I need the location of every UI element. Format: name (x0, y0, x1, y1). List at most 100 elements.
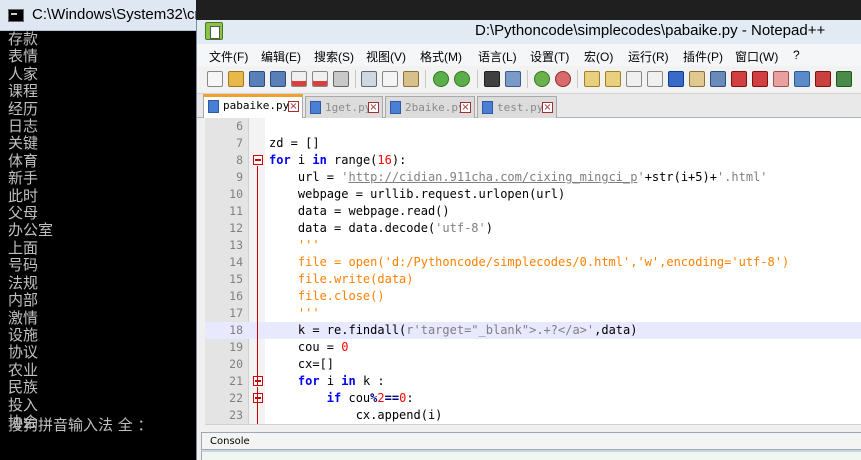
indent-guide-icon[interactable] (668, 71, 684, 87)
fold-guide (257, 166, 258, 386)
plugin-icon[interactable] (836, 71, 852, 87)
code-line: 12 data = data.decode('utf-8') (205, 220, 861, 237)
find-icon[interactable] (484, 71, 500, 87)
redo-icon[interactable] (454, 71, 470, 87)
keyword: in (341, 374, 356, 388)
cmd-output-line: 新手 (8, 169, 39, 188)
code-token: i (319, 374, 342, 388)
line-number: 7 (236, 136, 243, 150)
cmd-window[interactable]: C:\Windows\System32\cmd.exe - python "D:… (0, 0, 196, 460)
fold-toggle-icon[interactable] (253, 155, 263, 165)
cmd-output-line: 办公室 (8, 221, 54, 240)
code-token: ,data) (594, 323, 638, 337)
menu-search[interactable]: 搜索(S) (314, 48, 354, 65)
notepadpp-window[interactable]: D:\Pythoncode\simplecodes\pabaike.py - N… (196, 20, 861, 460)
copy-icon[interactable] (382, 71, 398, 87)
menu-plugins[interactable]: 插件(P) (683, 48, 723, 65)
udl-icon[interactable] (689, 71, 705, 87)
open-file-icon[interactable] (228, 71, 244, 87)
npp-title: D:\Pythoncode\simplecodes\pabaike.py - N… (475, 22, 826, 39)
menu-run[interactable]: 运行(R) (628, 48, 669, 65)
code-token: ): (391, 153, 407, 167)
code-line: 21 for i in k : (205, 373, 861, 390)
menu-edit[interactable]: 编辑(E) (261, 48, 301, 65)
cmd-output-line: 课程 (8, 82, 39, 101)
toolbar-separator (527, 70, 528, 88)
console-icon (8, 9, 24, 22)
record-macro-icon[interactable] (731, 71, 747, 87)
menu-window[interactable]: 窗口(W) (735, 48, 778, 65)
code-text: data = data.decode('utf-8') (269, 221, 493, 235)
file-icon (208, 100, 219, 113)
menu-settings[interactable]: 设置(T) (530, 48, 569, 65)
cmd-output-line: 农业 (8, 360, 39, 379)
cmd-titlebar[interactable]: C:\Windows\System32\cmd.exe - python "D:… (0, 0, 196, 31)
npp-titlebar[interactable]: D:\Pythoncode\simplecodes\pabaike.py - N… (197, 20, 861, 44)
notepadpp-icon (205, 22, 223, 40)
undo-icon[interactable] (433, 71, 449, 87)
menu-language[interactable]: 语言(L) (478, 48, 517, 65)
keyword: in (312, 153, 327, 167)
sync-h-icon[interactable] (605, 71, 621, 87)
keyword: if (326, 391, 342, 405)
close-all-icon[interactable] (312, 71, 328, 87)
menu-file[interactable]: 文件(F) (209, 48, 248, 65)
console-label: Console (210, 436, 250, 447)
sync-v-icon[interactable] (584, 71, 600, 87)
keyword: for (269, 153, 291, 167)
code-editor[interactable]: 6 7 zd = [] 8 for i in range(16): 9 url … (205, 118, 861, 424)
word-wrap-icon[interactable] (626, 71, 642, 87)
playback-macro-icon[interactable] (773, 71, 789, 87)
menu-view[interactable]: 视图(V) (366, 48, 406, 65)
fold-toggle-icon[interactable] (253, 376, 263, 386)
save-macro-icon[interactable] (815, 71, 831, 87)
cmd-output-line: 父母 (8, 204, 39, 223)
tab-close-icon[interactable]: × (288, 101, 299, 112)
replace-icon[interactable] (505, 71, 521, 87)
line-number: 16 (229, 289, 243, 303)
horizontal-scrollbar[interactable] (205, 424, 861, 431)
tab-close-icon[interactable]: × (368, 102, 379, 113)
menu-help[interactable]: ? (793, 48, 800, 62)
cmd-output-line: 设施 (8, 325, 39, 344)
stop-macro-icon[interactable] (752, 71, 768, 87)
print-icon[interactable] (333, 71, 349, 87)
cut-icon[interactable] (361, 71, 377, 87)
console-panel[interactable] (201, 450, 861, 460)
menu-macro[interactable]: 宏(O) (584, 48, 613, 65)
line-number: 12 (229, 221, 243, 235)
code-text: for i in k : (269, 374, 385, 388)
line-number: 8 (236, 153, 243, 167)
tab-1get[interactable]: 1get.py × (305, 96, 383, 118)
docstring: file = open('d:/Pythoncode/simplecodes/0… (269, 255, 790, 269)
save-all-icon[interactable] (270, 71, 286, 87)
tab-test[interactable]: test.py × (477, 96, 557, 118)
url-link[interactable]: http://cidian.911cha.com/cixing_mingci_p (348, 170, 637, 184)
console-panel-header[interactable]: Console (201, 432, 861, 450)
save-icon[interactable] (249, 71, 265, 87)
string-literal: ' (637, 170, 645, 184)
code-line: 19 cou = 0 (205, 339, 861, 356)
tab-pabaike[interactable]: pabaike.py × (203, 94, 303, 118)
tab-2baike[interactable]: 2baike.py × (385, 96, 475, 118)
cmd-title: C:\Windows\System32\cmd.exe - python "D:… (32, 6, 196, 23)
tab-close-icon[interactable]: × (542, 102, 553, 113)
zoom-out-icon[interactable] (555, 71, 571, 87)
zoom-in-icon[interactable] (534, 71, 550, 87)
paste-icon[interactable] (403, 71, 419, 87)
cmd-output-line: 经历 (8, 99, 39, 118)
code-token: range( (326, 153, 378, 167)
toolbar (197, 66, 861, 94)
show-all-chars-icon[interactable] (647, 71, 663, 87)
code-line: 6 (205, 118, 861, 135)
new-file-icon[interactable] (207, 71, 223, 87)
current-code-line: 18 k = re.findall(r'target="_blank">.+?<… (205, 322, 861, 339)
doc-map-icon[interactable] (710, 71, 726, 87)
tab-close-icon[interactable]: × (460, 102, 471, 113)
close-icon[interactable] (291, 71, 307, 87)
fold-toggle-icon[interactable] (253, 393, 263, 403)
run-macro-icon[interactable] (794, 71, 810, 87)
menu-format[interactable]: 格式(M) (420, 48, 462, 65)
code-line: 9 url = 'http://cidian.911cha.com/cixing… (205, 169, 861, 186)
